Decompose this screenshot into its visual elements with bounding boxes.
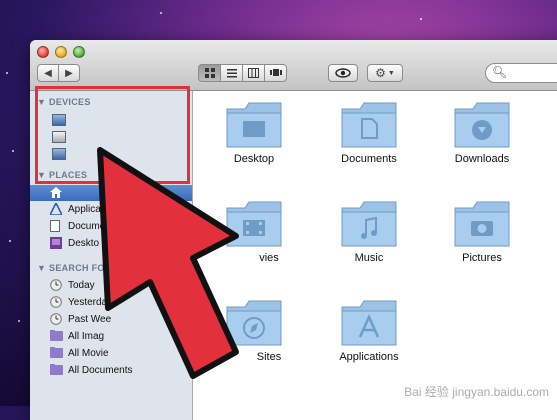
pointer-arrow-icon xyxy=(97,147,239,379)
watermark: Bai 经验 jingyan.baidu.com xyxy=(404,385,549,399)
